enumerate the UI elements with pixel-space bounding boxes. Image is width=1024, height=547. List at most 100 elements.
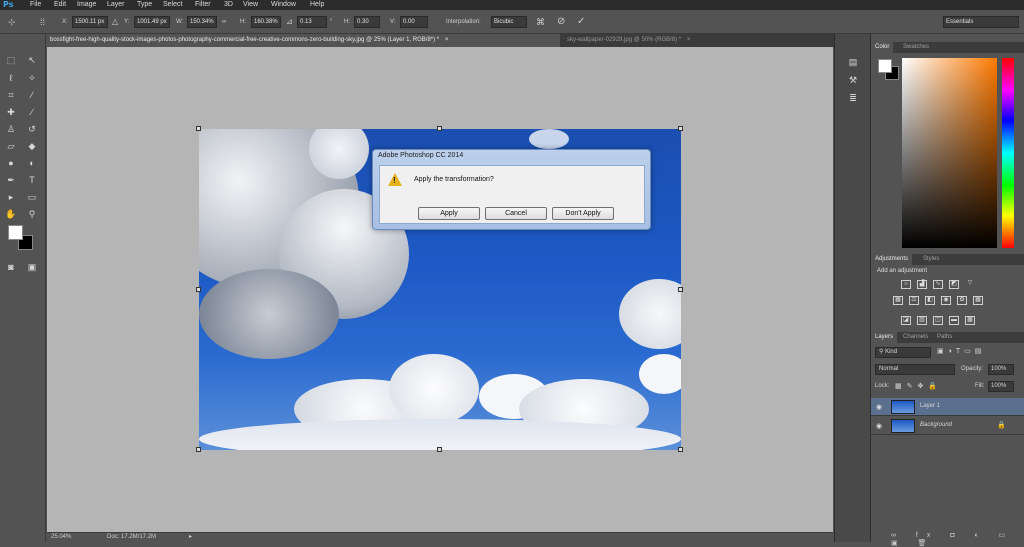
menu-file[interactable]: File [30, 0, 41, 10]
transform-handle-tm[interactable] [437, 126, 442, 131]
zoom-tool-icon[interactable]: ⚲ [25, 208, 39, 220]
transform-handle-br[interactable] [678, 447, 683, 452]
transform-handle-bl[interactable] [196, 447, 201, 452]
history-brush-tool-icon[interactable]: ↺ [25, 123, 39, 135]
close-icon[interactable]: × [445, 37, 449, 43]
vibrance-icon[interactable]: ▽ [965, 280, 975, 289]
brush-tool-icon[interactable]: ∕ [25, 106, 39, 118]
invert-icon[interactable]: ◪ [901, 316, 911, 325]
menu-select[interactable]: Select [163, 0, 182, 10]
brush-panel-icon[interactable]: ≣ [846, 92, 860, 104]
healing-tool-icon[interactable]: ✚ [4, 106, 18, 118]
screen-mode-icon[interactable]: ▣ [25, 261, 39, 273]
levels-icon[interactable]: ▟ [917, 280, 927, 289]
properties-panel-icon[interactable]: ⚒ [846, 74, 860, 86]
paint-bucket-tool-icon[interactable]: ◆ [25, 140, 39, 152]
path-selection-tool-icon[interactable]: ▸ [4, 191, 18, 203]
tab-paths[interactable]: Paths [933, 332, 956, 343]
eraser-tool-icon[interactable]: ▱ [4, 140, 18, 152]
hand-tool-icon[interactable]: ✋ [4, 208, 18, 220]
transform-handle-ml[interactable] [196, 287, 201, 292]
transform-handle-mr[interactable] [678, 287, 683, 292]
black-white-icon[interactable]: ◧ [925, 296, 935, 305]
cancel-transform-icon[interactable]: ⊘ [557, 16, 565, 28]
layers-footer-icons[interactable]: ∞ fx ◘ ◐ ▭ ▣ 🗑 [891, 531, 1024, 547]
move-tool-icon[interactable]: ↖ [25, 54, 39, 66]
shape-tool-icon[interactable]: ▭ [25, 191, 39, 203]
exposure-icon[interactable]: ◩ [949, 280, 959, 289]
quick-mask-icon[interactable]: ◙ [4, 261, 18, 273]
width-field[interactable]: 150.34% [187, 16, 217, 28]
color-picker-field[interactable] [902, 58, 997, 248]
layer-row-layer-1[interactable]: ◉ Layer 1 [871, 398, 1024, 416]
tab-layers[interactable]: Layers [871, 332, 898, 343]
brightness-icon[interactable]: ☼ [901, 280, 911, 289]
color-fg-swatch-top[interactable] [878, 59, 892, 73]
type-tool-icon[interactable]: T [25, 174, 39, 186]
menu-edit[interactable]: Edit [54, 0, 66, 10]
menu-view[interactable]: View [243, 0, 258, 10]
posterize-icon[interactable]: ▨ [917, 316, 927, 325]
visibility-eye-icon[interactable]: ◉ [876, 422, 882, 430]
photo-filter-icon[interactable]: ◉ [941, 296, 951, 305]
visibility-eye-icon[interactable]: ◉ [876, 403, 882, 411]
menu-help[interactable]: Help [310, 0, 324, 10]
menu-type[interactable]: Type [137, 0, 152, 10]
hskew-field[interactable]: 0.30 [354, 16, 380, 28]
dodge-tool-icon[interactable]: ◐ [25, 157, 39, 169]
vskew-field[interactable]: 0.00 [400, 16, 428, 28]
lock-icons[interactable]: ▦✎✥🔒 [895, 382, 942, 390]
y-field[interactable]: 1001.49 px [134, 16, 170, 28]
tab-document-2[interactable]: sky-wallpaper-02929.jpg @ 50% (RGB/8) * … [563, 34, 733, 47]
reference-point-icon[interactable]: ⁞⁞ [40, 16, 45, 28]
threshold-icon[interactable]: ◫ [933, 316, 943, 325]
transform-handle-bm[interactable] [437, 447, 442, 452]
magic-wand-tool-icon[interactable]: ✧ [25, 72, 39, 84]
foreground-color-swatch-top[interactable] [8, 225, 23, 240]
transform-handle-tr[interactable] [678, 126, 683, 131]
warp-icon[interactable]: ⌘ [536, 16, 545, 28]
marquee-tool-icon[interactable]: ⬚ [4, 54, 18, 66]
fill-field[interactable]: 100% [988, 381, 1014, 392]
curves-icon[interactable]: ∿ [933, 280, 943, 289]
apply-button[interactable]: Apply [418, 207, 480, 220]
crop-tool-icon[interactable]: ⌗ [4, 89, 18, 101]
transform-handle-tl[interactable] [196, 126, 201, 131]
tab-styles[interactable]: Styles [919, 254, 943, 265]
tab-swatches[interactable]: Swatches [899, 42, 933, 53]
workspace-select[interactable]: Essentials [943, 16, 1019, 28]
layer-filter-icons[interactable]: ▣◑T▭▤ [937, 347, 985, 355]
menu-filter[interactable]: Filter [195, 0, 211, 10]
tab-adjustments[interactable]: Adjustments [871, 254, 913, 265]
selective-color-icon[interactable]: ▩ [965, 316, 975, 325]
history-panel-icon[interactable]: ▤ [846, 56, 860, 68]
eyedropper-tool-icon[interactable]: ⁄ [25, 89, 39, 101]
color-balance-icon[interactable]: ⚖ [909, 296, 919, 305]
stamp-tool-icon[interactable]: ♙ [4, 123, 18, 135]
layer-filter-kind[interactable]: ⚲ Kind [875, 347, 931, 358]
hue-saturation-icon[interactable]: ▦ [893, 296, 903, 305]
menu-3d[interactable]: 3D [224, 0, 233, 10]
tab-channels[interactable]: Channels [899, 332, 932, 343]
gradient-map-icon[interactable]: ▬ [949, 316, 959, 325]
link-icon[interactable]: ∞ [222, 16, 226, 28]
close-icon[interactable]: × [687, 37, 691, 43]
interpolation-select[interactable]: Bicubic [491, 16, 527, 28]
menu-image[interactable]: Image [77, 0, 96, 10]
menu-window[interactable]: Window [271, 0, 296, 10]
blend-mode-select[interactable]: Normal [875, 364, 955, 375]
height-field[interactable]: 160.38% [251, 16, 281, 28]
transform-tool-icon[interactable]: ⊹ [8, 16, 16, 28]
commit-transform-icon[interactable]: ✓ [577, 16, 585, 28]
tab-color[interactable]: Color [871, 42, 894, 53]
x-field[interactable]: 1500.11 px [72, 16, 108, 28]
blur-tool-icon[interactable]: ● [4, 157, 18, 169]
layer-row-background[interactable]: ◉ Background 🔒 [871, 417, 1024, 435]
channel-mixer-icon[interactable]: ✿ [957, 296, 967, 305]
pen-tool-icon[interactable]: ✒ [4, 174, 18, 186]
angle-field[interactable]: 0.13 [297, 16, 327, 28]
status-menu-arrow-icon[interactable]: ▸ [189, 533, 192, 540]
tab-document-1[interactable]: bossfight-free-high-quality-stock-images… [46, 34, 560, 47]
cancel-button[interactable]: Cancel [485, 207, 547, 220]
zoom-level[interactable]: 25.04% [51, 534, 71, 540]
